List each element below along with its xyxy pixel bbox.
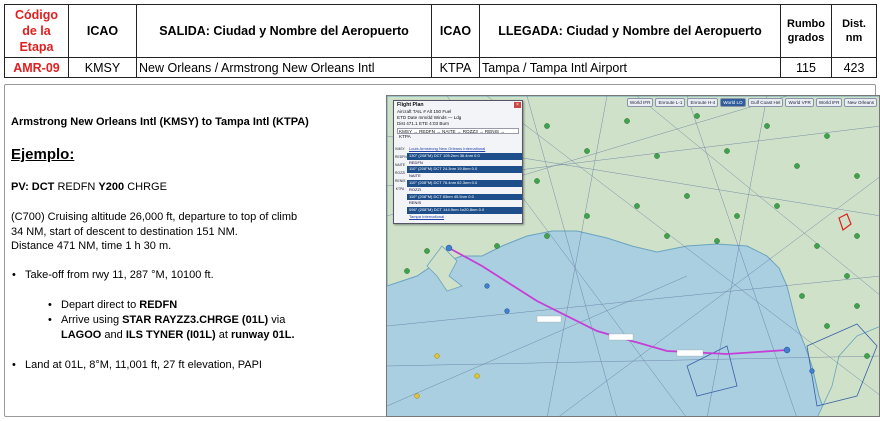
table-header-row: Código de la Etapa ICAO SALIDA: Ciudad y… xyxy=(4,4,877,58)
landing-item: Land at 01L, 8°M, 11,001 ft, 27 ft eleva… xyxy=(12,358,262,373)
map-tab[interactable]: Enroute L-1 xyxy=(655,98,686,107)
cell-icao-departure: KMSY xyxy=(68,57,137,78)
arrive-star: STAR RAYZZ3.CHRGE (01L) xyxy=(122,314,269,326)
map-tab[interactable]: World IFR xyxy=(815,98,843,107)
map-tab[interactable]: Gulf Coast Hel xyxy=(747,98,784,107)
depart-prefix: Depart direct to xyxy=(61,299,140,311)
route-title-text: Armstrong New Orleans Intl (KMSY) to Tam… xyxy=(11,116,309,128)
cell-heading: 115 xyxy=(780,57,832,78)
map-toolbar: World IFR Enroute L-1 Enroute H-4 World … xyxy=(626,98,877,107)
map-tab-active[interactable]: World LO xyxy=(720,98,746,107)
depart-item: Depart direct to REDFN xyxy=(48,298,178,313)
depart-fix: REDFN xyxy=(139,299,178,311)
briefing-panel: Armstrong New Orleans Intl (KMSY) to Tam… xyxy=(4,84,880,417)
fp-leg[interactable]: RENIS xyxy=(407,200,522,207)
fp-leg[interactable]: 110° (208°M) DCT 83nm 45.5nm 0.0 xyxy=(407,193,522,201)
map-tab[interactable]: World VFR xyxy=(785,98,814,107)
cell-arrival: Tampa / Tampa Intl Airport xyxy=(479,57,781,78)
arrive-and: and xyxy=(101,328,126,341)
fp-waypoint[interactable]: KTPA xyxy=(395,185,405,193)
cruise-line-2: 34 NM, start of descent to destination 1… xyxy=(11,225,238,238)
fp-waypoint[interactable]: NAITE xyxy=(395,161,405,169)
header-arrival: LLEGADA: Ciudad y Nombre del Aeropuerto xyxy=(479,4,781,58)
pv-airway: Y200 xyxy=(98,181,125,193)
fp-leg[interactable]: ROZZI xyxy=(407,187,522,194)
aeronautical-chart-map[interactable]: World IFR Enroute L-1 Enroute H-4 World … xyxy=(386,95,880,417)
pv-dct: DCT xyxy=(31,181,55,193)
pv-fix2: CHRGE xyxy=(127,181,167,193)
fp-waypoint[interactable]: KMSY xyxy=(395,145,405,153)
flight-plan-title: Flight Plan xyxy=(397,102,424,108)
pv-label: PV: xyxy=(11,181,29,193)
fp-dist-row: Dist 471.1 ETE 4:03 Burn xyxy=(397,121,450,126)
fp-waypoint[interactable]: ROZZI xyxy=(395,169,405,177)
header-code: Código de la Etapa xyxy=(4,4,69,58)
arrive-lagoo: LAGOO xyxy=(61,328,102,341)
fp-leg-list: Louis Armstrong New Orleans Internationa… xyxy=(407,146,522,221)
header-icao-departure: ICAO xyxy=(68,4,137,58)
fp-leg[interactable]: Tampa International xyxy=(407,214,522,221)
cruise-line-1: (C700) Cruising altitude 26,000 ft, depa… xyxy=(11,211,298,223)
cell-distance: 423 xyxy=(831,57,877,78)
fp-route-input[interactable]: KMSY → REDFN → NAITE → ROZZ3 → RENIS → K… xyxy=(397,128,519,139)
table-row: AMR-09 KMSY New Orleans / Armstrong New … xyxy=(4,57,877,78)
cell-icao-arrival: KTPA xyxy=(431,57,480,78)
header-departure: SALIDA: Ciudad y Nombre del Aeropuerto xyxy=(136,4,432,58)
fp-leg[interactable]: Louis Armstrong New Orleans Internationa… xyxy=(407,146,522,153)
fp-leg[interactable]: 110° (208°M) DCT 76.4nm 62.3nm 0.0 xyxy=(407,179,522,187)
arrive-prefix: Arrive using xyxy=(61,314,123,326)
map-tab[interactable]: New Orleans xyxy=(844,98,877,107)
fp-leg[interactable]: NAITE xyxy=(407,173,522,180)
example-heading: Ejemplo: xyxy=(11,146,75,163)
header-icao-arrival: ICAO xyxy=(431,4,480,58)
fp-leg[interactable]: 130° (208°M) DCT 105.2nm 36.4nm 0.0 xyxy=(407,152,522,160)
cell-code: AMR-09 xyxy=(4,57,69,78)
flight-plan-route: PV: DCT REDFN Y200 CHRGE xyxy=(11,180,167,195)
map-tab[interactable]: World IFR xyxy=(626,98,654,107)
close-icon[interactable]: × xyxy=(514,102,521,108)
cell-departure: New Orleans / Armstrong New Orleans Intl xyxy=(136,57,432,78)
fp-leg[interactable]: 110° (208°M) DCT 24.3nm 19.8nm 0.0 xyxy=(407,166,522,174)
fp-waypoint[interactable]: RENIS xyxy=(395,177,405,185)
arrive-via: via xyxy=(268,314,286,326)
arrive-at: at xyxy=(215,328,231,341)
header-distance: Dist. nm xyxy=(831,4,877,58)
cruise-line-3: Distance 471 NM, time 1 h 30 m. xyxy=(11,240,172,252)
arrive-runway: runway 01L. xyxy=(230,328,295,341)
fp-waypoint[interactable]: REDFN xyxy=(395,153,407,161)
fp-waypoint-sidebar: KMSY REDFN NAITE ROZZI RENIS KTPA xyxy=(395,145,407,193)
flight-plan-window[interactable]: Flight Plan × Aircraft TAIL # Alt 150 Fu… xyxy=(393,100,523,224)
arrive-ils: ILS TYNER (I01L) xyxy=(125,328,216,341)
map-tab[interactable]: Enroute H-4 xyxy=(687,98,719,107)
header-heading: Rumbo grados xyxy=(780,4,832,58)
pv-fix1: REDFN xyxy=(57,181,96,193)
fp-leg[interactable]: 096° (208°M) DCT 144.9nm 1n20.8nm 0.0 xyxy=(407,207,522,214)
takeoff-item: Take-off from rwy 11, 287 °M, 10100 ft. xyxy=(12,268,214,283)
route-title: Armstrong New Orleans Intl (KMSY) to Tam… xyxy=(11,116,309,128)
fp-leg[interactable]: REDFN xyxy=(407,160,522,167)
arrive-item: Arrive using STAR RAYZZ3.CHRGE (01L) via… xyxy=(48,313,301,342)
cruise-info: (C700) Cruising altitude 26,000 ft, depa… xyxy=(11,210,297,254)
route-table: Código de la Etapa ICAO SALIDA: Ciudad y… xyxy=(4,4,877,78)
